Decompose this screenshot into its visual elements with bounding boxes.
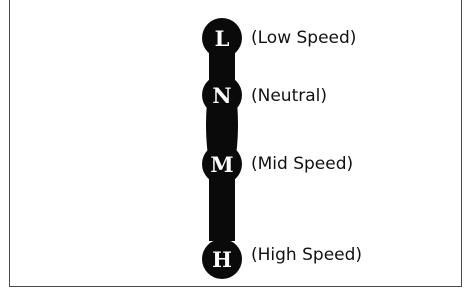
shift-rail	[206, 38, 238, 241]
neutral-label: (Neutral)	[251, 86, 328, 106]
high-speed-label: (High Speed)	[251, 245, 363, 265]
knob-neutral-letter: N	[212, 83, 231, 108]
gear-knob-mid: M	[202, 144, 242, 184]
shift-gate-diagram: L N M H	[202, 18, 242, 279]
gear-knob-high: H	[202, 239, 242, 279]
mid-speed-label: (Mid Speed)	[251, 154, 354, 174]
gear-knob-neutral: N	[202, 75, 242, 115]
shift-rail-body	[206, 38, 238, 241]
low-speed-label: (Low Speed)	[251, 28, 357, 48]
knob-low-letter: L	[215, 26, 230, 51]
knob-mid-letter: M	[210, 152, 233, 177]
gear-knob-low: L	[202, 18, 242, 58]
knob-high-letter: H	[212, 247, 232, 272]
